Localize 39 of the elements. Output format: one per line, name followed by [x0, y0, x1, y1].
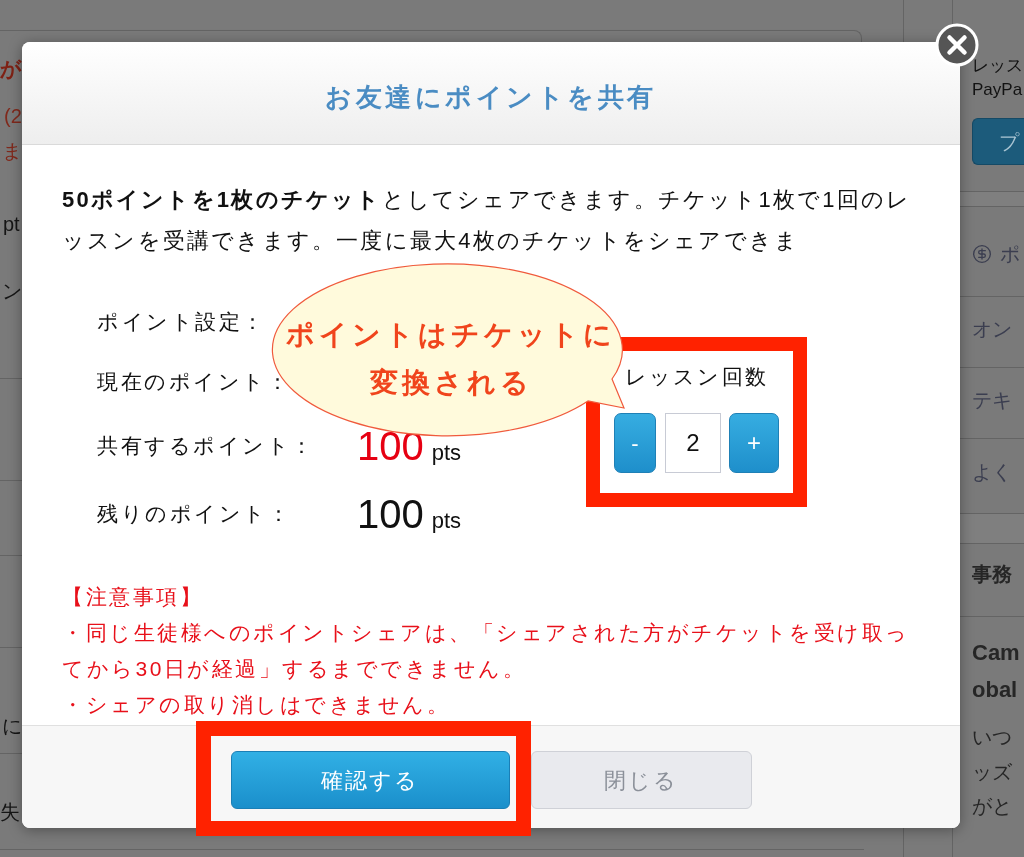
sidebar-link[interactable]: よく — [972, 457, 1012, 487]
sidebar-text: 事務 — [972, 562, 1012, 587]
sidebar-text: obal — [972, 676, 1018, 704]
field-label: ポイント設定： — [97, 309, 266, 336]
sidebar-text: ッズ — [972, 759, 1012, 785]
field-label: 残りのポイント： — [97, 501, 291, 528]
page-text: 失 — [0, 802, 20, 822]
sidebar-text: レッス — [972, 55, 1023, 78]
decrement-button[interactable]: - — [614, 413, 656, 473]
sidebar-link[interactable]: オン — [972, 314, 1012, 344]
page-text: に — [2, 716, 22, 736]
close-button[interactable]: 閉じる — [530, 751, 752, 809]
sidebar-text: PayPa — [972, 79, 1023, 102]
page-text: pt — [3, 214, 20, 234]
intro-text: 50ポイントを1枚のチケットとしてシェアできます。チケット1枚で1回のレッスンを受講できます。一度に最大4枚のチケットをシェアできま — [62, 186, 913, 255]
field-label: レッスン回数 — [624, 364, 769, 390]
page-text: (2 — [4, 106, 22, 126]
point-value: 100 — [357, 494, 424, 534]
sidebar-text: がと — [972, 794, 1012, 820]
dollar-coin-icon — [972, 243, 992, 264]
point-value: 100 — [357, 426, 424, 466]
sidebar-link[interactable]: ポ — [1000, 238, 1020, 269]
sidebar-link[interactable]: テキ — [972, 385, 1012, 415]
field-label: 共有するポイント： — [97, 433, 315, 460]
page-text: ま — [2, 141, 22, 161]
page-text: ン — [2, 281, 22, 301]
sidebar-text: いつ — [972, 725, 1012, 751]
notes-heading: 【注意事項】 — [62, 584, 204, 610]
count-input[interactable]: 2 — [665, 413, 721, 473]
confirm-button[interactable]: 確認する — [230, 751, 510, 809]
sidebar-text: Cam — [972, 639, 1020, 667]
unit-label: pts — [431, 510, 462, 532]
page-text: が — [0, 57, 22, 79]
sidebar-button[interactable]: プ — [972, 118, 1024, 165]
increment-button[interactable]: + — [729, 413, 779, 473]
note-text: ・シェアの取り消しはできません。 — [62, 692, 451, 718]
unit-label: pts — [431, 442, 462, 464]
note-text: ・同じ生徒様へのポイントシェアは、「シェアされた方がチケットを受け取ってから30日が経過」するまでできません。 — [62, 620, 911, 682]
dialog-title: お友達にポイントを共有 — [325, 83, 657, 110]
